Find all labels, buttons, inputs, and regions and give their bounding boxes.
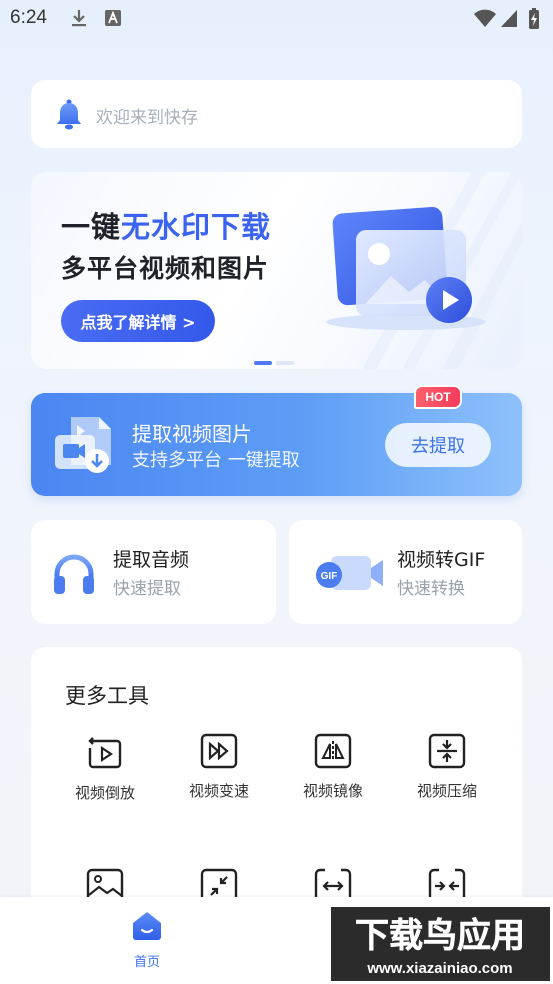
watermark-logo: 下载鸟应用 www.xiazainiao.com	[331, 907, 550, 981]
banner-pagination	[254, 350, 294, 369]
nav-home[interactable]: 首页	[117, 909, 177, 970]
tool-speed-video[interactable]: 视频变速	[162, 732, 276, 801]
fast-forward-icon	[200, 733, 238, 769]
compress-icon	[428, 733, 466, 769]
reverse-play-icon	[88, 737, 122, 769]
pagination-dot	[276, 361, 294, 365]
promo-banner[interactable]: 一键无水印下载 多平台视频和图片 点我了解详情 >	[31, 172, 522, 369]
tool-mirror-video[interactable]: 视频镜像	[276, 732, 390, 801]
tool-label: 视频倒放	[74, 784, 135, 802]
battery-charging-icon	[529, 8, 539, 29]
wifi-icon	[474, 9, 496, 27]
gif-camera-icon: GIF	[316, 556, 383, 590]
video-to-gif-card[interactable]: GIF 视频转GIF 快速转换	[289, 520, 522, 624]
quick-tool-subtitle: 快速转换	[397, 579, 465, 599]
svg-text:GIF: GIF	[321, 571, 338, 582]
watermark-title: 下载鸟应用	[355, 916, 525, 956]
more-tools-title: 更多工具	[65, 684, 149, 708]
banner-headline: 一键无水印下载	[61, 204, 271, 246]
banner-details-button[interactable]: 点我了解详情 >	[61, 300, 215, 342]
status-bar: 6:24	[0, 0, 553, 38]
pagination-dot-active	[254, 361, 272, 365]
extract-card-title: 提取视频图片	[132, 422, 252, 446]
quick-tool-title: 提取音频	[113, 549, 190, 571]
quick-tool-subtitle: 快速提取	[113, 579, 181, 599]
tool-reverse-video[interactable]: 视频倒放	[48, 732, 162, 803]
headphones-icon	[54, 554, 94, 594]
download-icon	[72, 10, 86, 27]
banner-headline-highlight: 无水印下载	[121, 210, 272, 244]
search-placeholder: 欢迎来到快存	[96, 108, 198, 128]
tool-label: 视频压缩	[416, 782, 477, 800]
tool-label: 视频镜像	[302, 782, 363, 800]
extract-media-card[interactable]: 提取视频图片 支持多平台 一键提取 去提取 HOT	[31, 385, 522, 496]
hot-badge: HOT	[414, 385, 462, 409]
signal-icon	[501, 10, 517, 27]
nav-home-label: 首页	[133, 955, 160, 970]
banner-subheadline: 多平台视频和图片	[61, 254, 270, 283]
keyboard-a-icon	[105, 10, 121, 26]
extract-video-icon	[55, 417, 111, 473]
search-bar[interactable]: 欢迎来到快存	[31, 80, 522, 148]
media-illustration-icon	[326, 207, 486, 330]
watermark-url: www.xiazainiao.com	[366, 960, 512, 977]
extract-audio-card[interactable]: 提取音频 快速提取	[31, 520, 276, 624]
extract-card-subtitle: 支持多平台 一键提取	[132, 450, 300, 471]
bell-icon	[57, 99, 81, 130]
home-icon	[133, 912, 161, 940]
status-time: 6:24	[10, 7, 47, 28]
mirror-icon	[314, 733, 352, 769]
extract-button[interactable]: 去提取	[385, 423, 491, 467]
tool-compress-video[interactable]: 视频压缩	[390, 732, 504, 801]
quick-tool-title: 视频转GIF	[397, 549, 486, 571]
banner-headline-prefix: 一键	[61, 210, 122, 244]
tool-label: 视频变速	[188, 782, 249, 800]
